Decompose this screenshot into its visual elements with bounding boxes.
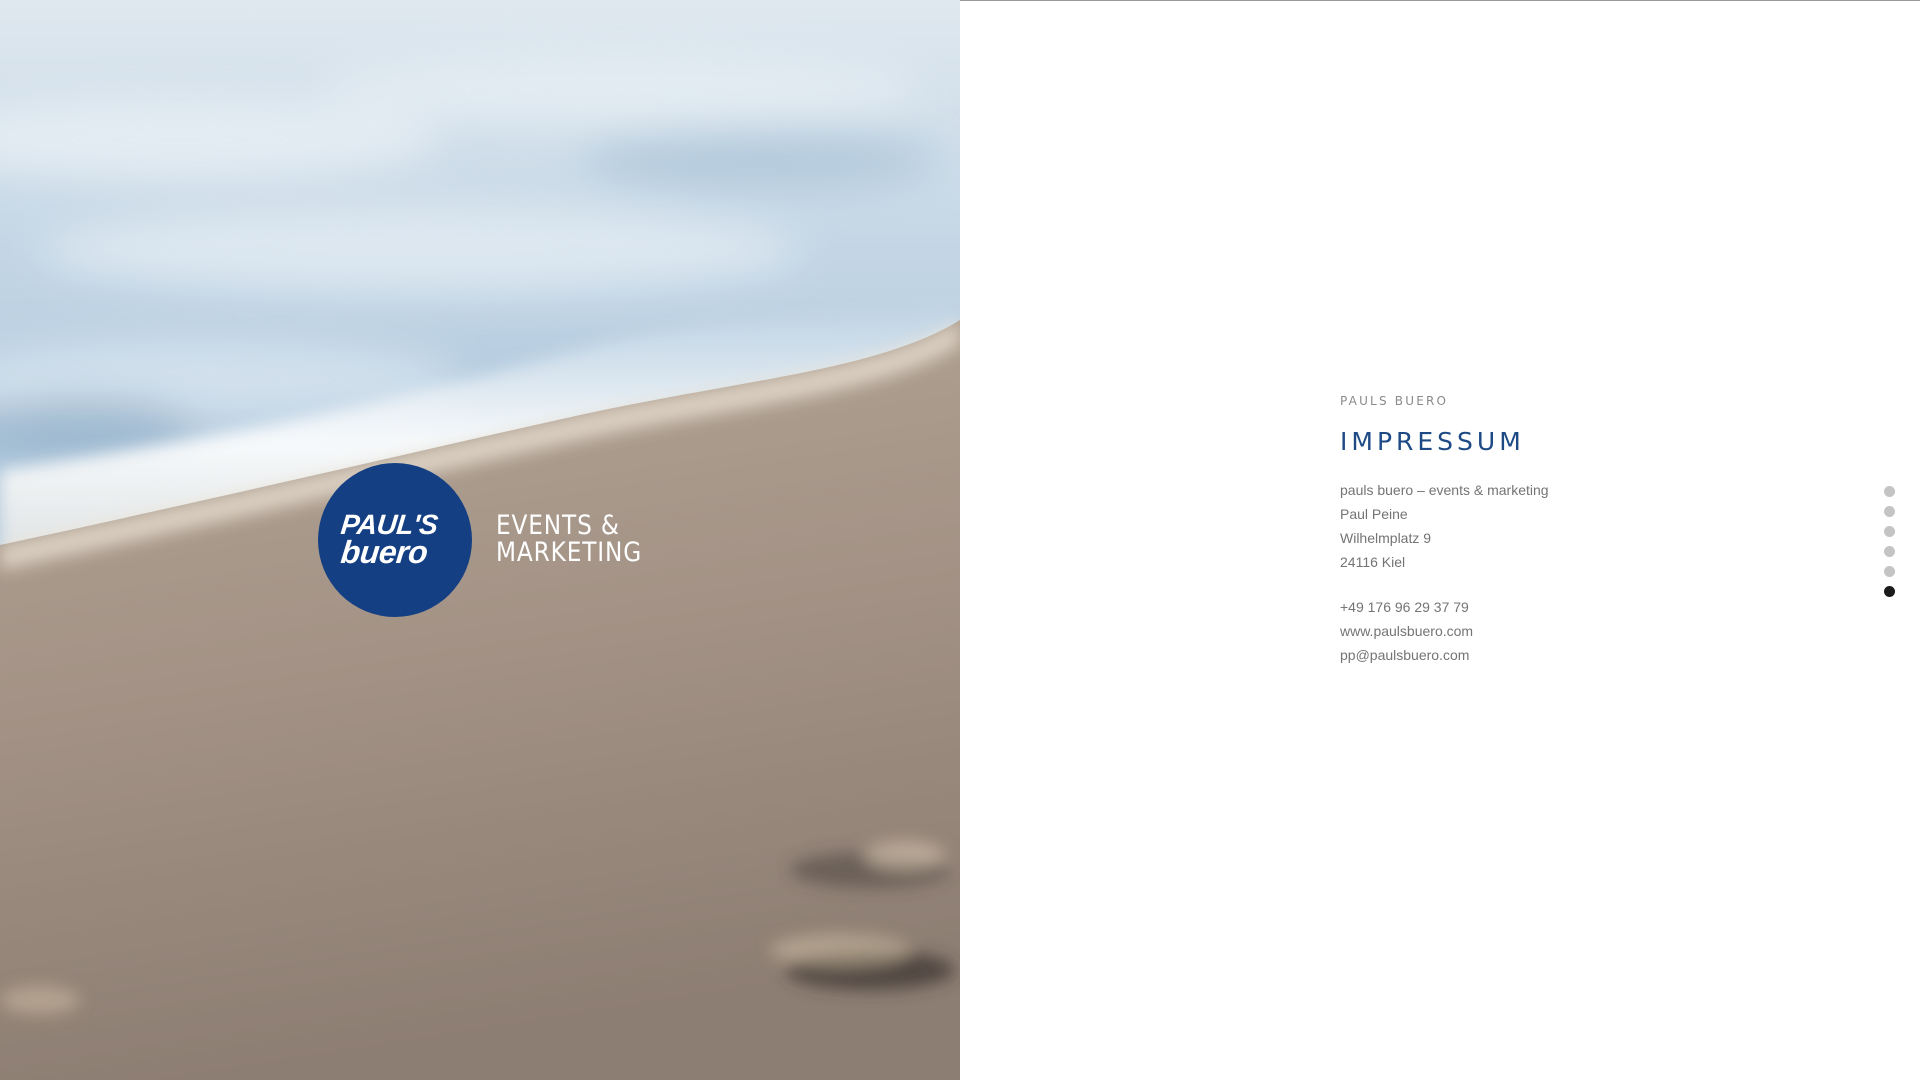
contact-email-link[interactable]: pp@paulsbuero.com: [1340, 647, 1469, 663]
logo-tagline-line2: MARKETING: [496, 537, 643, 568]
section-nav-dot-5[interactable]: [1884, 566, 1895, 577]
contact-block: +49 176 96 29 37 79 www.paulsbuero.com p…: [1340, 595, 1700, 667]
contact-phone: +49 176 96 29 37 79: [1340, 599, 1469, 615]
address-block: pauls buero – events & marketing Paul Pe…: [1340, 478, 1700, 574]
section-nav-dots: [1884, 486, 1896, 606]
section-nav-dot-6-active[interactable]: [1884, 586, 1895, 597]
page-title: IMPRESSUM: [1340, 427, 1525, 456]
beach-photo-illustration: [0, 0, 960, 1080]
impressum-section: PAULS BUERO IMPRESSUM pauls buero – even…: [1340, 394, 1700, 667]
section-nav-dot-2[interactable]: [1884, 506, 1895, 517]
section-nav-dot-3[interactable]: [1884, 526, 1895, 537]
section-nav-dot-1[interactable]: [1884, 486, 1895, 497]
logo-tagline-line1: EVENTS &: [496, 510, 620, 541]
contact-website-link[interactable]: www.paulsbuero.com: [1340, 623, 1473, 639]
page: PAUL'S buero EVENTS & MARKETING PAULS BU…: [0, 0, 1920, 1080]
section-nav-dot-4[interactable]: [1884, 546, 1895, 557]
address-company: pauls buero – events & marketing: [1340, 482, 1549, 498]
hero-beach-image: PAUL'S buero EVENTS & MARKETING: [0, 0, 960, 1080]
section-eyebrow: PAULS BUERO: [1340, 394, 1449, 408]
pauls-buero-logo[interactable]: PAUL'S buero: [318, 463, 472, 617]
logo-tagline: EVENTS & MARKETING: [496, 512, 642, 566]
address-street: Wilhelmplatz 9: [1340, 530, 1432, 546]
address-city: 24116 Kiel: [1340, 554, 1406, 570]
logo-text-line2: buero: [339, 534, 430, 571]
address-name: Paul Peine: [1340, 506, 1408, 522]
